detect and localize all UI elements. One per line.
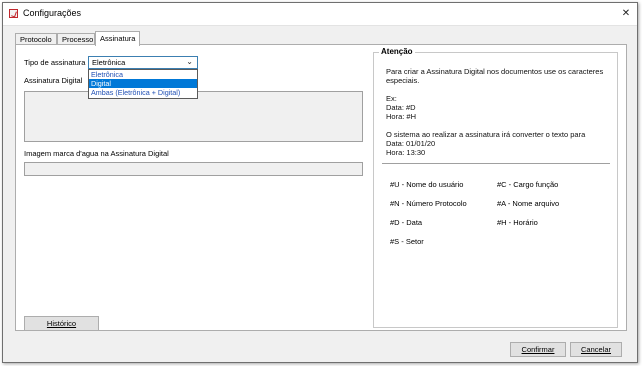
cancel-button-label: Cancelar	[580, 345, 611, 354]
code-cargo: #C - Cargo função	[497, 180, 559, 189]
attention-text: Hora: 13:30	[386, 148, 426, 157]
option-digital[interactable]: Digital	[89, 79, 197, 88]
history-button[interactable]: Histórico	[24, 316, 99, 331]
signature-type-dropdown: Eletrônica Digital Ambas (Eletrônica + D…	[88, 69, 198, 99]
watermark-image-field[interactable]	[24, 162, 363, 176]
attention-text: Data: 01/01/20	[386, 139, 436, 148]
code-filename: #A - Nome arquivo	[497, 199, 560, 208]
chevron-down-icon[interactable]: ⌄	[186, 57, 193, 66]
code-time: #H - Horário	[497, 218, 538, 227]
cancel-button[interactable]: Cancelar	[570, 342, 622, 357]
settings-window: Configurações ✕ Protocolo Processo Assin…	[2, 2, 638, 363]
tab-assinatura[interactable]: Assinatura	[95, 31, 140, 46]
separator	[382, 163, 610, 164]
code-date: #D - Data	[390, 218, 423, 227]
confirm-button[interactable]: Confirmar	[510, 342, 566, 357]
attention-text: Hora: #H	[386, 112, 417, 121]
app-icon	[9, 9, 18, 18]
close-icon[interactable]: ✕	[619, 8, 633, 20]
option-ambas[interactable]: Ambas (Eletrônica + Digital)	[89, 88, 197, 97]
attention-group: Atenção Para criar a Assinatura Digital …	[373, 47, 618, 328]
attention-text: Ex:	[386, 94, 397, 103]
history-button-label: Histórico	[46, 319, 77, 328]
title-bar: Configurações ✕	[3, 3, 637, 26]
watermark-label: Imagem marca d'agua na Assinatura Digita…	[24, 149, 169, 158]
option-eletronica[interactable]: Eletrônica	[89, 70, 197, 79]
window-title: Configurações	[23, 8, 82, 18]
signature-type-value: Eletrônica	[92, 58, 126, 67]
confirm-button-label: Confirmar	[521, 345, 555, 354]
attention-text: especiais.	[386, 76, 420, 85]
signature-type-label: Tipo de assinatura	[24, 58, 86, 67]
signature-type-select[interactable]: Eletrônica ⌄	[88, 56, 198, 69]
code-sector: #S - Setor	[390, 237, 424, 246]
tab-panel-assinatura: Tipo de assinatura Eletrônica ⌄ Eletrôni…	[15, 44, 627, 331]
attention-text: O sistema ao realizar a assinatura irá c…	[386, 130, 586, 139]
digital-signature-label: Assinatura Digital	[24, 76, 83, 85]
code-protocol: #N - Número Protocolo	[390, 199, 467, 208]
attention-text: Para criar a Assinatura Digital nos docu…	[386, 67, 604, 76]
code-user: #U - Nome do usuário	[390, 180, 464, 189]
attention-title: Atenção	[379, 47, 415, 56]
attention-text: Data: #D	[386, 103, 416, 112]
